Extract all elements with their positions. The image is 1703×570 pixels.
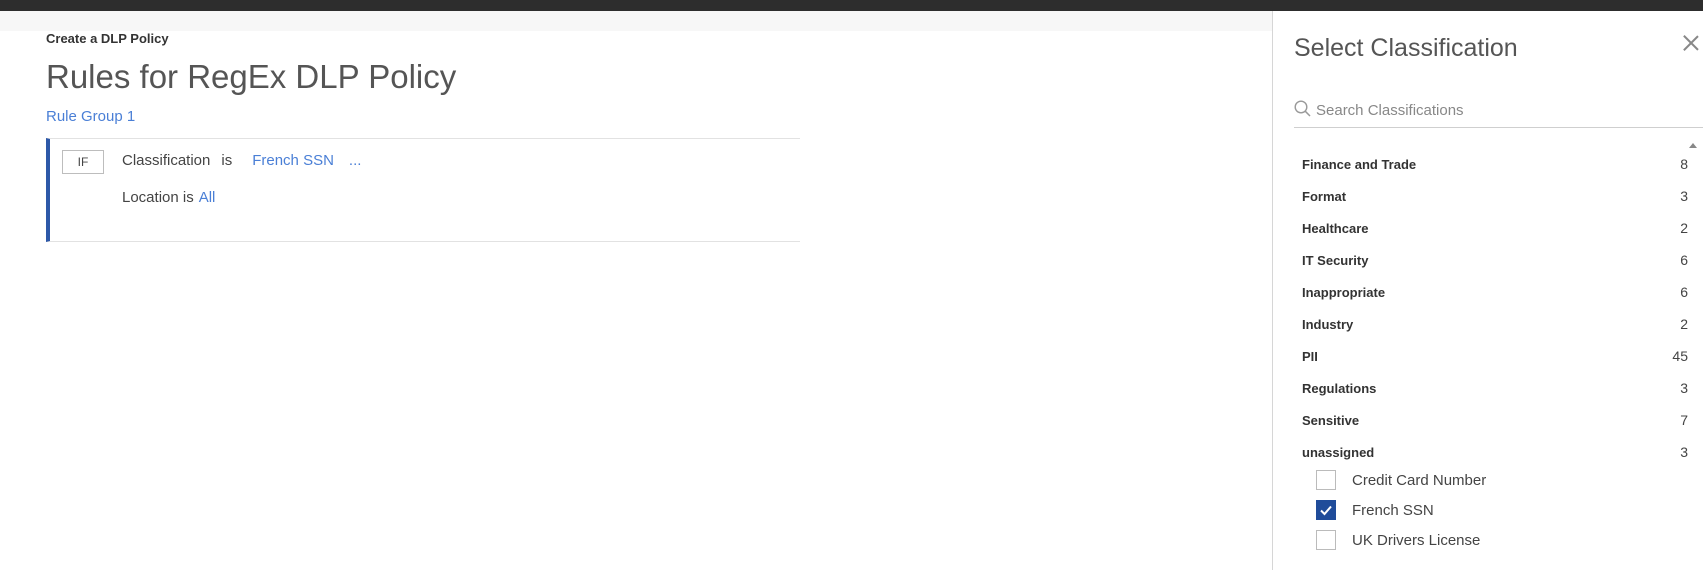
option-label: French SSN: [1352, 501, 1434, 519]
top-bar: [0, 0, 1703, 11]
category-count: 6: [1680, 252, 1688, 268]
category-count: 2: [1680, 316, 1688, 332]
search-bar: [1294, 90, 1703, 128]
category-name: PII: [1302, 348, 1318, 364]
category-count: 7: [1680, 412, 1688, 428]
category-name: Format: [1302, 188, 1347, 204]
category-count: 3: [1680, 380, 1688, 396]
category-row[interactable]: Healthcare 2: [1302, 212, 1688, 244]
scroll-up-icon[interactable]: [1689, 143, 1697, 148]
classification-option[interactable]: UK Drivers License: [1316, 525, 1676, 555]
category-row[interactable]: Format 3: [1302, 180, 1688, 212]
category-row[interactable]: Sensitive 7: [1302, 404, 1688, 436]
checkbox[interactable]: [1316, 530, 1336, 550]
condition-field: Classification: [122, 152, 211, 169]
classification-condition: Classification is French SSN ...: [122, 152, 361, 169]
category-row[interactable]: IT Security 6: [1302, 244, 1688, 276]
rule-group-link[interactable]: Rule Group 1: [46, 108, 135, 125]
classification-value-link[interactable]: French SSN: [252, 152, 334, 169]
location-condition: Location is All: [122, 189, 215, 206]
category-name: unassigned: [1302, 444, 1375, 460]
option-label: Credit Card Number: [1352, 471, 1487, 489]
category-count: 3: [1680, 444, 1688, 460]
category-row[interactable]: PII 45: [1302, 340, 1688, 372]
more-link[interactable]: ...: [349, 152, 362, 169]
category-count: 8: [1680, 156, 1688, 172]
location-value-link[interactable]: All: [199, 189, 216, 206]
category-count: 45: [1672, 348, 1688, 364]
checkbox[interactable]: [1316, 500, 1336, 520]
category-name: Inappropriate: [1302, 284, 1386, 300]
category-name: Healthcare: [1302, 220, 1369, 236]
category-row[interactable]: Inappropriate 6: [1302, 276, 1688, 308]
panel-title: Select Classification: [1294, 34, 1518, 62]
unassigned-items: Credit Card Number French SSN UK Drivers…: [1316, 465, 1676, 555]
category-row[interactable]: unassigned 3: [1302, 436, 1688, 468]
category-name: Sensitive: [1302, 412, 1360, 428]
classification-option[interactable]: Credit Card Number: [1316, 465, 1676, 495]
classification-option[interactable]: French SSN: [1316, 495, 1676, 525]
rule-card: IF Classification is French SSN ... Loca…: [46, 138, 800, 242]
condition-operator: is: [221, 152, 233, 169]
checkmark-icon: [1320, 505, 1332, 516]
search-input[interactable]: [1316, 99, 1696, 121]
close-icon[interactable]: [1681, 33, 1701, 53]
category-name: IT Security: [1302, 252, 1369, 268]
category-name: Industry: [1302, 316, 1354, 332]
main-content: Create a DLP Policy Rules for RegEx DLP …: [0, 31, 1272, 570]
category-row[interactable]: Finance and Trade 8: [1302, 148, 1688, 180]
checkbox[interactable]: [1316, 470, 1336, 490]
sub-bar: [0, 11, 1272, 31]
category-count: 6: [1680, 284, 1688, 300]
select-classification-panel: Select Classification Finance and Trade 8…: [1272, 11, 1703, 570]
category-list: Finance and Trade 8 Format 3 Healthcare 2 I…: [1302, 148, 1688, 468]
category-name: Regulations: [1302, 380, 1377, 396]
if-badge[interactable]: IF: [62, 150, 104, 174]
breadcrumb: Create a DLP Policy: [46, 31, 169, 46]
search-icon: [1294, 100, 1311, 117]
category-row[interactable]: Regulations 3: [1302, 372, 1688, 404]
page-title: Rules for RegEx DLP Policy: [46, 58, 457, 95]
location-label: Location is: [122, 189, 194, 206]
category-count: 3: [1680, 188, 1688, 204]
category-name: Finance and Trade: [1302, 156, 1417, 172]
category-row[interactable]: Industry 2: [1302, 308, 1688, 340]
category-count: 2: [1680, 220, 1688, 236]
option-label: UK Drivers License: [1352, 531, 1481, 549]
